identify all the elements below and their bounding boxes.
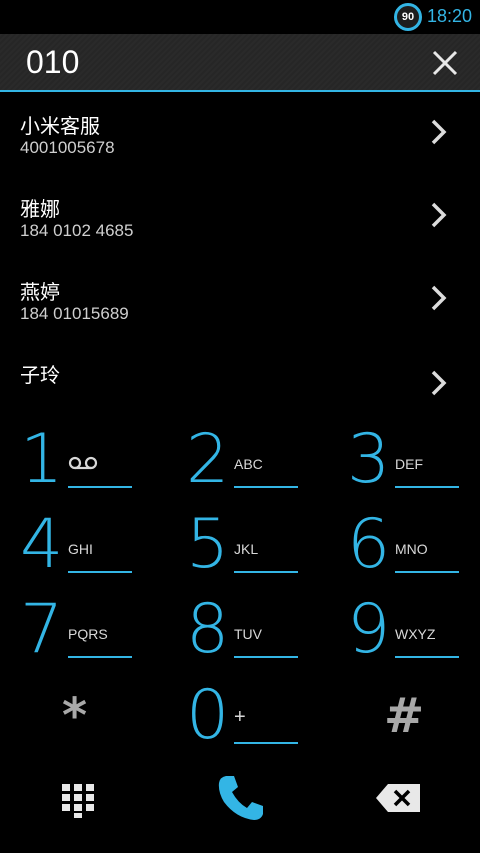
key-underline (234, 571, 298, 573)
dialpad-icon[interactable] (60, 782, 96, 818)
chevron-right-icon[interactable] (430, 369, 448, 397)
key-digit: 8 (186, 590, 230, 669)
key-letters: TUV (234, 626, 262, 642)
key-underline (395, 571, 459, 573)
contact-number: 184 01015689 (20, 304, 129, 323)
key-letters: JKL (234, 541, 259, 557)
contact-number: 4001005678 (20, 138, 115, 157)
key-digit: 3 (347, 420, 391, 499)
key-underline (68, 571, 132, 573)
key-underline (234, 486, 298, 488)
key-8[interactable]: 8 TUV (166, 590, 326, 676)
key-1[interactable]: 1 (0, 420, 160, 506)
key-underline (395, 656, 459, 658)
key-3[interactable]: 3 DEF (327, 420, 480, 506)
key-4[interactable]: 4 GHI (0, 505, 160, 591)
contact-item[interactable]: 雅娜 184 0102 4685 (0, 183, 480, 263)
key-letters: + (234, 706, 246, 728)
key-letters: WXYZ (395, 626, 436, 642)
key-0[interactable]: 0 + (166, 676, 326, 762)
key-digit: 1 (20, 420, 64, 499)
contact-item[interactable]: 小米客服 4001005678 (0, 100, 480, 180)
key-underline (68, 486, 132, 488)
key-underline (68, 656, 132, 658)
key-5[interactable]: 5 JKL (166, 505, 326, 591)
key-digit: 2 (186, 420, 230, 499)
key-letters: MNO (395, 541, 428, 557)
digits-bar: 010 (0, 34, 480, 92)
key-7[interactable]: 7 PQRS (0, 590, 160, 676)
key-9[interactable]: 9 WXYZ (327, 590, 480, 676)
key-letters: GHI (68, 541, 93, 557)
key-digit: 4 (20, 505, 64, 584)
status-bar: 90 18:20 (0, 0, 480, 34)
key-letters: ABC (234, 456, 263, 472)
contact-name: 子玲 (20, 363, 60, 387)
contact-name: 燕婷 (20, 280, 60, 304)
chevron-right-icon[interactable] (430, 284, 448, 312)
status-clock: 18:20 (426, 6, 472, 26)
voicemail-icon (68, 456, 98, 470)
key-digit: 5 (186, 505, 230, 584)
dialed-digits[interactable]: 010 (26, 44, 79, 81)
key-letters: DEF (395, 456, 423, 472)
key-digit: 7 (20, 590, 64, 669)
contact-name: 雅娜 (20, 197, 60, 221)
key-digit: 6 (347, 505, 391, 584)
action-bar (0, 760, 480, 853)
key-underline (395, 486, 459, 488)
contact-number: 184 0102 4685 (20, 221, 134, 240)
chevron-right-icon[interactable] (430, 201, 448, 229)
key-underline (234, 742, 298, 744)
phone-icon[interactable] (216, 772, 266, 822)
key-digit: 9 (347, 590, 391, 669)
key-letters: PQRS (68, 626, 108, 642)
key-2[interactable]: 2 ABC (166, 420, 326, 506)
close-icon[interactable] (428, 46, 462, 80)
contact-name: 小米客服 (20, 114, 100, 138)
backspace-icon[interactable] (374, 782, 422, 814)
key-pound[interactable]: # (384, 688, 424, 744)
key-6[interactable]: 6 MNO (327, 505, 480, 591)
contact-item[interactable]: 燕婷 184 01015689 (0, 266, 480, 346)
battery-icon: 90 (394, 3, 422, 31)
key-star[interactable]: * (62, 688, 87, 744)
key-digit: 0 (186, 676, 230, 755)
key-underline (234, 656, 298, 658)
battery-level: 90 (401, 11, 415, 23)
contact-item[interactable]: 子玲 (0, 349, 480, 429)
chevron-right-icon[interactable] (430, 118, 448, 146)
